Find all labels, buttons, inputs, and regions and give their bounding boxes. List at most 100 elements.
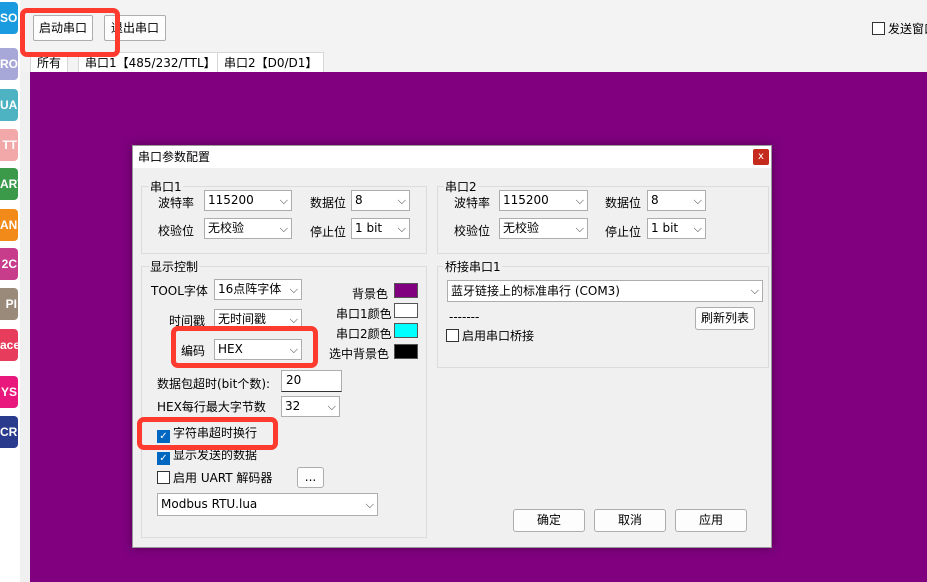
tab-port2[interactable]: 串口2【D0/D1】 xyxy=(217,52,325,72)
encoding-select[interactable]: HEX ⌵ xyxy=(214,339,302,360)
port1-color-swatch[interactable] xyxy=(394,303,418,318)
ok-button[interactable]: 确定 xyxy=(513,509,585,532)
strip-icon-5[interactable]: AN xyxy=(0,209,18,241)
check-icon[interactable]: ✓ xyxy=(157,430,170,443)
uart-decoder-browse-button[interactable]: ... xyxy=(297,467,324,488)
start-port-button[interactable]: 启动串口 xyxy=(33,15,93,41)
check-icon[interactable]: ✓ xyxy=(157,452,170,465)
cancel-button[interactable]: 取消 xyxy=(594,509,666,532)
strip-icon-6[interactable]: 2C xyxy=(0,248,18,280)
font-value: 16点阵字体 xyxy=(218,282,282,296)
uart-decoder-checkbox-box[interactable] xyxy=(157,471,170,484)
port2-group-label: 串口2 xyxy=(444,180,478,194)
strip-icon-9[interactable]: YS xyxy=(0,376,18,408)
wrap-checkbox[interactable]: ✓ 字符串超时换行 xyxy=(157,425,258,443)
port1-color-label: 串口1颜色 xyxy=(336,307,392,321)
strip-icon-2[interactable]: UA xyxy=(0,89,18,121)
chevron-down-icon: ⌵ xyxy=(289,283,298,296)
show-sent-checkbox[interactable]: ✓ 显示发送的数据 xyxy=(157,447,258,465)
strip-icon-10[interactable]: CR xyxy=(0,416,18,448)
bg-color-swatch[interactable] xyxy=(394,283,418,298)
timeout-input[interactable]: 20 xyxy=(281,370,342,392)
wrap-label: 字符串超时换行 xyxy=(173,426,258,440)
port2-databits-value: 8 xyxy=(651,193,659,207)
port1-databits-label: 数据位 xyxy=(310,196,347,210)
font-label: TOOL字体 xyxy=(151,284,208,298)
strip-icon-0[interactable]: SO xyxy=(0,2,18,34)
strip-icon-7[interactable]: PI xyxy=(0,288,18,320)
port1-baud-label: 波特率 xyxy=(158,196,195,210)
port2-stopbits-value: 1 bit xyxy=(651,221,679,235)
show-sent-label: 显示发送的数据 xyxy=(173,448,258,462)
font-select[interactable]: 16点阵字体 ⌵ xyxy=(214,279,302,300)
enable-bridge-label: 启用串口桥接 xyxy=(462,329,535,343)
strip-icon-4[interactable]: ART xyxy=(0,168,18,200)
port-config-dialog: 串口参数配置 x 串口1 波特率 115200 ⌵ 数据位 8 ⌵ 校验位 无校验 ⌵… xyxy=(132,145,772,548)
toolbar: 启动串口 退出串口 发送窗口 xyxy=(20,0,927,52)
hex-max-value: 32 xyxy=(285,399,301,413)
enable-bridge-checkbox[interactable]: 启用串口桥接 xyxy=(446,328,534,344)
refresh-list-button[interactable]: 刷新列表 xyxy=(695,307,755,330)
tab-all[interactable]: 所有 xyxy=(30,52,69,72)
uart-decoder-label: 启用 UART 解码器 xyxy=(173,471,273,485)
bg-color-label: 背景色 xyxy=(352,287,389,301)
exit-port-button[interactable]: 退出串口 xyxy=(104,15,166,41)
port1-parity-select[interactable]: 无校验 ⌵ xyxy=(204,218,292,239)
enable-bridge-checkbox-box[interactable] xyxy=(446,329,459,342)
send-window-label: 发送窗口 xyxy=(888,22,927,36)
script-value: Modbus RTU.lua xyxy=(161,497,258,511)
port1-parity-value: 无校验 xyxy=(208,221,245,235)
port1-stopbits-value: 1 bit xyxy=(355,221,383,235)
tab-port1[interactable]: 串口1【485/232/TTL】 xyxy=(78,52,223,72)
bridge-port-value: 蓝牙链接上的标准串行 (COM3) xyxy=(451,284,620,298)
tab-bar: 所有 串口1【485/232/TTL】 串口2【D0/D1】 xyxy=(20,52,927,72)
dialog-title: 串口参数配置 xyxy=(133,146,771,168)
port2-baud-label: 波特率 xyxy=(454,196,491,210)
timestamp-select[interactable]: 无时间戳 ⌵ xyxy=(214,309,302,330)
port1-baud-value: 115200 xyxy=(208,193,254,207)
port1-databits-select[interactable]: 8 ⌵ xyxy=(351,190,410,211)
port2-parity-value: 无校验 xyxy=(503,221,540,235)
port2-databits-label: 数据位 xyxy=(605,196,642,210)
bridge-status: ------- xyxy=(449,310,480,324)
port2-baud-select[interactable]: 115200 ⌵ xyxy=(499,190,588,211)
apply-button[interactable]: 应用 xyxy=(675,509,747,532)
port2-stopbits-select[interactable]: 1 bit ⌵ xyxy=(647,218,706,239)
hex-max-select[interactable]: 32 ⌵ xyxy=(281,396,340,417)
sel-bg-color-swatch[interactable] xyxy=(394,344,418,359)
close-icon[interactable]: x xyxy=(753,149,769,165)
send-window-checkbox-box[interactable] xyxy=(872,22,885,35)
port1-baud-select[interactable]: 115200 ⌵ xyxy=(204,190,292,211)
port1-stopbits-select[interactable]: 1 bit ⌵ xyxy=(351,218,410,239)
chevron-down-icon: ⌵ xyxy=(693,194,702,207)
port1-group-label: 串口1 xyxy=(149,180,183,194)
chevron-down-icon: ⌵ xyxy=(397,222,406,235)
port2-parity-select[interactable]: 无校验 ⌵ xyxy=(499,218,588,239)
port2-databits-select[interactable]: 8 ⌵ xyxy=(647,190,706,211)
chevron-down-icon: ⌵ xyxy=(575,194,584,207)
port1-parity-label: 校验位 xyxy=(158,224,195,238)
chevron-down-icon: ⌵ xyxy=(279,194,288,207)
port2-color-swatch[interactable] xyxy=(394,323,418,338)
chevron-down-icon: ⌵ xyxy=(750,284,759,297)
script-select[interactable]: Modbus RTU.lua ⌵ xyxy=(157,493,378,516)
uart-decoder-checkbox[interactable]: 启用 UART 解码器 xyxy=(157,470,272,486)
display-group-label: 显示控制 xyxy=(149,260,200,274)
strip-icon-8[interactable]: ace xyxy=(0,329,18,361)
bridge-port-select[interactable]: 蓝牙链接上的标准串行 (COM3) ⌵ xyxy=(447,280,763,302)
hex-max-label: HEX每行最大字节数 xyxy=(157,400,266,414)
strip-icon-1[interactable]: ROG xyxy=(0,48,18,80)
port1-stopbits-label: 停止位 xyxy=(310,225,347,239)
encoding-value: HEX xyxy=(218,342,243,356)
strip-icon-3[interactable]: TT xyxy=(0,129,18,161)
chevron-down-icon: ⌵ xyxy=(289,343,298,356)
port2-color-label: 串口2颜色 xyxy=(336,327,392,341)
timestamp-label: 时间戳 xyxy=(169,314,206,328)
app-icon-strip: SO ROG UA TT ART AN 2C PI ace YS CR xyxy=(0,0,20,582)
chevron-down-icon: ⌵ xyxy=(279,222,288,235)
chevron-down-icon: ⌵ xyxy=(575,222,584,235)
send-window-checkbox[interactable]: 发送窗口 xyxy=(872,21,927,37)
chevron-down-icon: ⌵ xyxy=(397,194,406,207)
port2-parity-label: 校验位 xyxy=(454,224,491,238)
chevron-down-icon: ⌵ xyxy=(327,400,336,413)
